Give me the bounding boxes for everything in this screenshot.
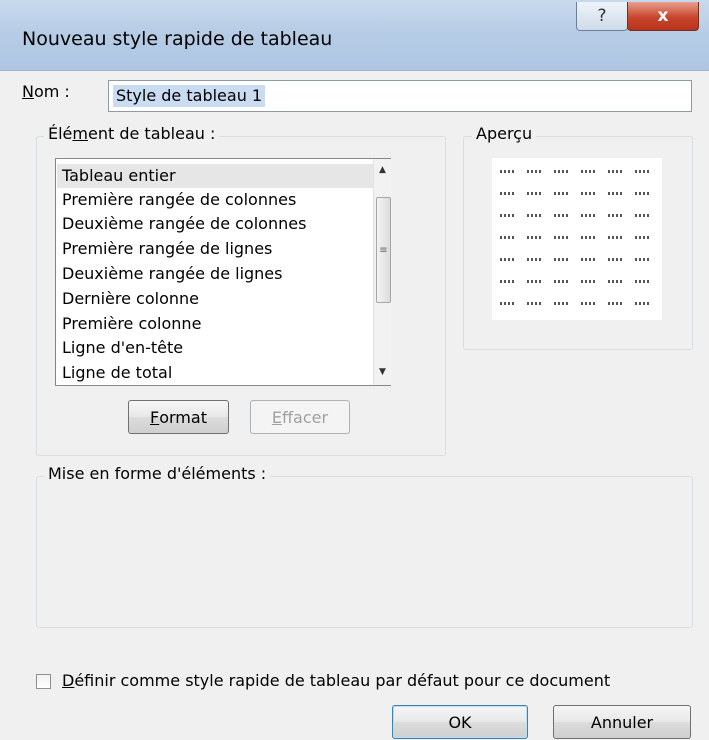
name-label-rest: om : (33, 82, 70, 101)
table-element-group-title: Élément de tableau : (44, 124, 220, 143)
scroll-up-arrow-icon[interactable]: ▲ (374, 161, 391, 179)
dialog-title: Nouveau style rapide de tableau (22, 28, 333, 50)
default-style-accel: D (62, 671, 75, 690)
preview-cell (608, 236, 622, 239)
preview-cell (500, 214, 514, 217)
preview-cell (554, 236, 568, 239)
preview-cell (635, 302, 649, 305)
format-button[interactable]: Format (128, 400, 229, 434)
table-element-title-accel: m (72, 124, 88, 143)
preview-cell (527, 236, 541, 239)
preview-cell (527, 258, 541, 261)
name-label: Nom : (22, 82, 70, 101)
clear-accel: E (271, 407, 283, 427)
preview-cell (554, 258, 568, 261)
grip-icon: ≡ (379, 244, 388, 256)
preview-cell (500, 258, 514, 261)
preview-cell (554, 170, 568, 173)
preview-group-title: Aperçu (472, 124, 537, 143)
scroll-down-arrow-icon[interactable]: ▼ (374, 363, 391, 381)
preview-cell (635, 258, 649, 261)
preview-cell (581, 192, 595, 195)
close-icon: x (657, 6, 669, 26)
preview-cell (635, 170, 649, 173)
dialog-window: Nouveau style rapide de tableau ? x Nom … (0, 0, 709, 740)
preview-cell (635, 236, 649, 239)
close-button[interactable]: x (627, 2, 699, 31)
list-item-ligne-de-total[interactable]: Ligne de total (62, 361, 172, 385)
preview-cell (635, 214, 649, 217)
list-item-derniere-colonne[interactable]: Dernière colonne (62, 287, 199, 311)
format-rest: ormat (159, 407, 207, 427)
preview-cell (500, 170, 514, 173)
default-style-rest: éfinir comme style rapide de tableau par… (74, 671, 611, 690)
preview-cell (527, 214, 541, 217)
preview-cell (527, 192, 541, 195)
preview-cell (635, 192, 649, 195)
preview-cell (608, 192, 622, 195)
table-element-list[interactable]: Tableau entier Première rangée de colonn… (55, 158, 391, 386)
preview-cell (581, 280, 595, 283)
name-input[interactable]: Style de tableau 1 (108, 80, 692, 112)
preview-cell (581, 258, 595, 261)
clear-button[interactable]: Effacer (250, 400, 350, 434)
title-bar[interactable]: Nouveau style rapide de tableau ? x (0, 0, 709, 71)
preview-cell (608, 170, 622, 173)
preview-cell (581, 236, 595, 239)
scroll-thumb[interactable]: ≡ (376, 197, 391, 303)
name-input-value: Style de tableau 1 (113, 85, 266, 107)
list-item-tableau-entier[interactable]: Tableau entier (57, 164, 380, 188)
list-scrollbar[interactable]: ▲ ≡ ▼ (373, 159, 391, 385)
preview-cell (500, 236, 514, 239)
list-item-ligne-en-tete[interactable]: Ligne d'en-tête (62, 336, 183, 360)
list-item-premiere-colonne[interactable]: Première colonne (62, 312, 201, 336)
default-style-checkbox-label[interactable]: Définir comme style rapide de tableau pa… (62, 671, 610, 690)
cancel-button[interactable]: Annuler (553, 705, 691, 739)
preview-table (492, 158, 662, 320)
preview-cell (527, 302, 541, 305)
preview-cell (527, 280, 541, 283)
list-item-premiere-rangee-lignes[interactable]: Première rangée de lignes (62, 237, 272, 261)
preview-cell (635, 280, 649, 283)
preview-cell (581, 302, 595, 305)
preview-cell (500, 302, 514, 305)
preview-cell (527, 170, 541, 173)
list-item-deuxieme-rangee-colonnes[interactable]: Deuxième rangée de colonnes (62, 212, 306, 236)
formatting-group-title: Mise en forme d'éléments : (44, 464, 271, 483)
help-button[interactable]: ? (576, 2, 628, 31)
preview-cell (554, 280, 568, 283)
preview-cell (608, 280, 622, 283)
help-icon: ? (597, 6, 607, 26)
list-item-deuxieme-rangee-lignes[interactable]: Deuxième rangée de lignes (62, 262, 282, 286)
preview-cell (554, 192, 568, 195)
preview-cell (581, 170, 595, 173)
default-style-checkbox[interactable] (36, 674, 51, 689)
list-item-premiere-rangee-colonnes[interactable]: Première rangée de colonnes (62, 188, 296, 212)
table-element-title-pre: Élé (48, 124, 73, 143)
preview-cell (500, 280, 514, 283)
format-accel: F (150, 407, 160, 427)
preview-cell (608, 258, 622, 261)
preview-cell (608, 214, 622, 217)
table-element-title-post: ent de tableau : (88, 124, 216, 143)
preview-cell (581, 214, 595, 217)
formatting-group (36, 476, 693, 628)
preview-cell (608, 302, 622, 305)
clear-rest: ffacer (282, 407, 329, 427)
preview-cell (500, 192, 514, 195)
ok-button[interactable]: OK (392, 705, 528, 739)
preview-cell (554, 214, 568, 217)
preview-cell (554, 302, 568, 305)
name-label-accel: N (22, 82, 34, 101)
